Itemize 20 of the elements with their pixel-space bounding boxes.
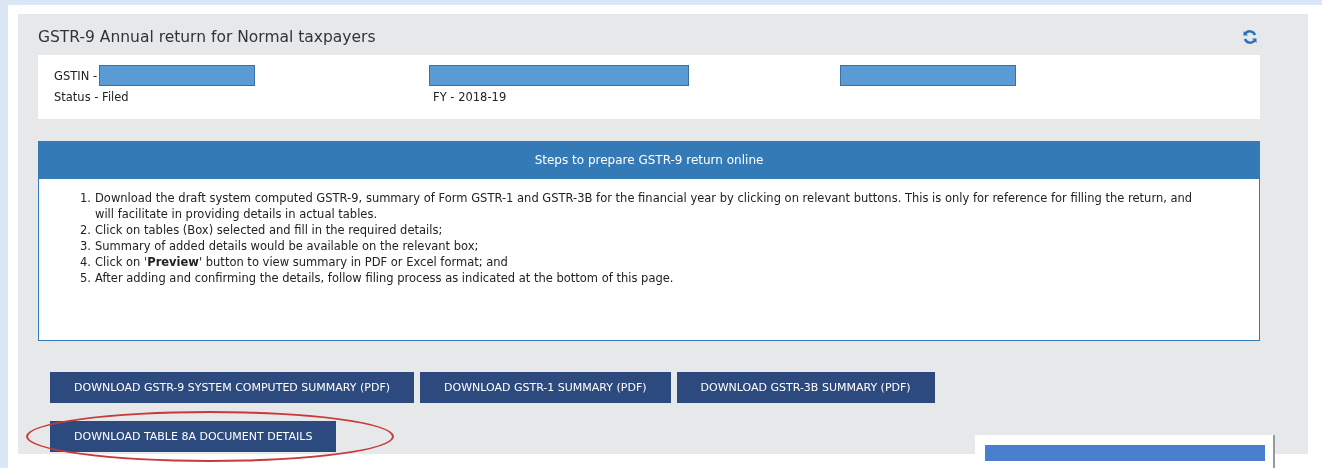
step-text: Click on tables (Box) selected and fill in the required details;	[95, 222, 443, 238]
steps-heading: Steps to prepare GSTR-9 return online	[39, 142, 1259, 179]
step-number: 4.	[79, 254, 91, 270]
refresh-icon[interactable]	[1242, 29, 1258, 45]
step-text: Summary of added details would be available on the relevant box;	[95, 238, 479, 254]
download-button[interactable]: DOWNLOAD GSTR-9 SYSTEM COMPUTED SUMMARY (PDF)	[50, 372, 414, 403]
download-button[interactable]: DOWNLOAD TABLE 8A DOCUMENT DETAILS	[50, 421, 337, 452]
step-text: Download the draft system computed GSTR-9, summary of Form GSTR-1 and GSTR-3B for the financial year by clicking on relevant buttons. This is only for reference for filling the return, and will facilitate in providing details in actual tables.	[95, 190, 1194, 222]
step-number: 3.	[79, 238, 91, 254]
status-text: Status - Filed	[54, 90, 130, 104]
download-button[interactable]: DOWNLOAD GSTR-3B SUMMARY (PDF)	[676, 372, 935, 403]
download-button[interactable]: DOWNLOAD GSTR-1 SUMMARY (PDF)	[420, 372, 671, 403]
step-text: Click on 'Preview' button to view summary in PDF or Excel format; and	[95, 254, 508, 270]
step-number: 5.	[79, 270, 91, 286]
step-number: 2.	[79, 222, 91, 238]
gstin-label: GSTIN -	[54, 68, 98, 83]
step-number: 1.	[79, 190, 91, 207]
step-text: After adding and confirming the details, follow filing process as indicated at the bottom of this page.	[95, 270, 674, 286]
panel-title: GSTR-9 Annual return for Normal taxpayers	[38, 28, 376, 46]
financial-year-text: FY - 2018-19	[433, 90, 508, 104]
